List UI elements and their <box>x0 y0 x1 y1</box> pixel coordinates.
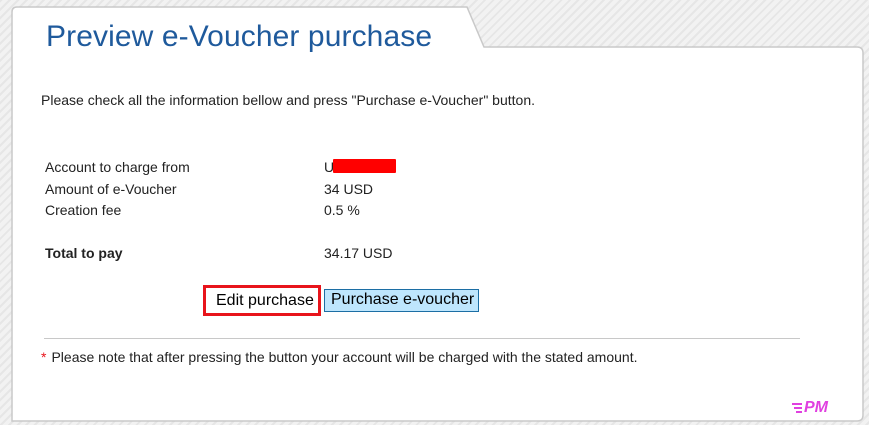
account-label: Account to charge from <box>45 159 190 175</box>
fee-value: 0.5 % <box>324 202 360 218</box>
fee-label: Creation fee <box>45 202 122 218</box>
asterisk: * <box>41 349 47 365</box>
charge-note-text: Please note that after pressing the butt… <box>51 349 638 365</box>
redaction-mark <box>333 159 397 173</box>
voucher-preview-panel: Preview e-Voucher purchase Please check … <box>0 0 869 425</box>
purchase-evoucher-label: Purchase e-voucher <box>331 291 475 308</box>
instructions-text: Please check all the information bellow … <box>41 92 535 108</box>
pm-logo: PM <box>792 399 829 415</box>
divider <box>44 338 800 339</box>
page-title: Preview e-Voucher purchase <box>46 20 433 53</box>
account-value: U <box>324 159 397 175</box>
edit-purchase-button[interactable]: Edit purchase <box>203 285 321 316</box>
charge-note: * Please note that after pressing the but… <box>41 349 637 365</box>
total-label: Total to pay <box>45 245 123 261</box>
pm-logo-text: PM <box>804 399 829 415</box>
edit-purchase-label: Edit purchase <box>216 292 314 309</box>
amount-value: 34 USD <box>324 181 374 197</box>
total-value: 34.17 USD <box>324 245 393 261</box>
purchase-evoucher-button[interactable]: Purchase e-voucher <box>324 289 479 312</box>
amount-label: Amount of e-Voucher <box>45 181 177 197</box>
